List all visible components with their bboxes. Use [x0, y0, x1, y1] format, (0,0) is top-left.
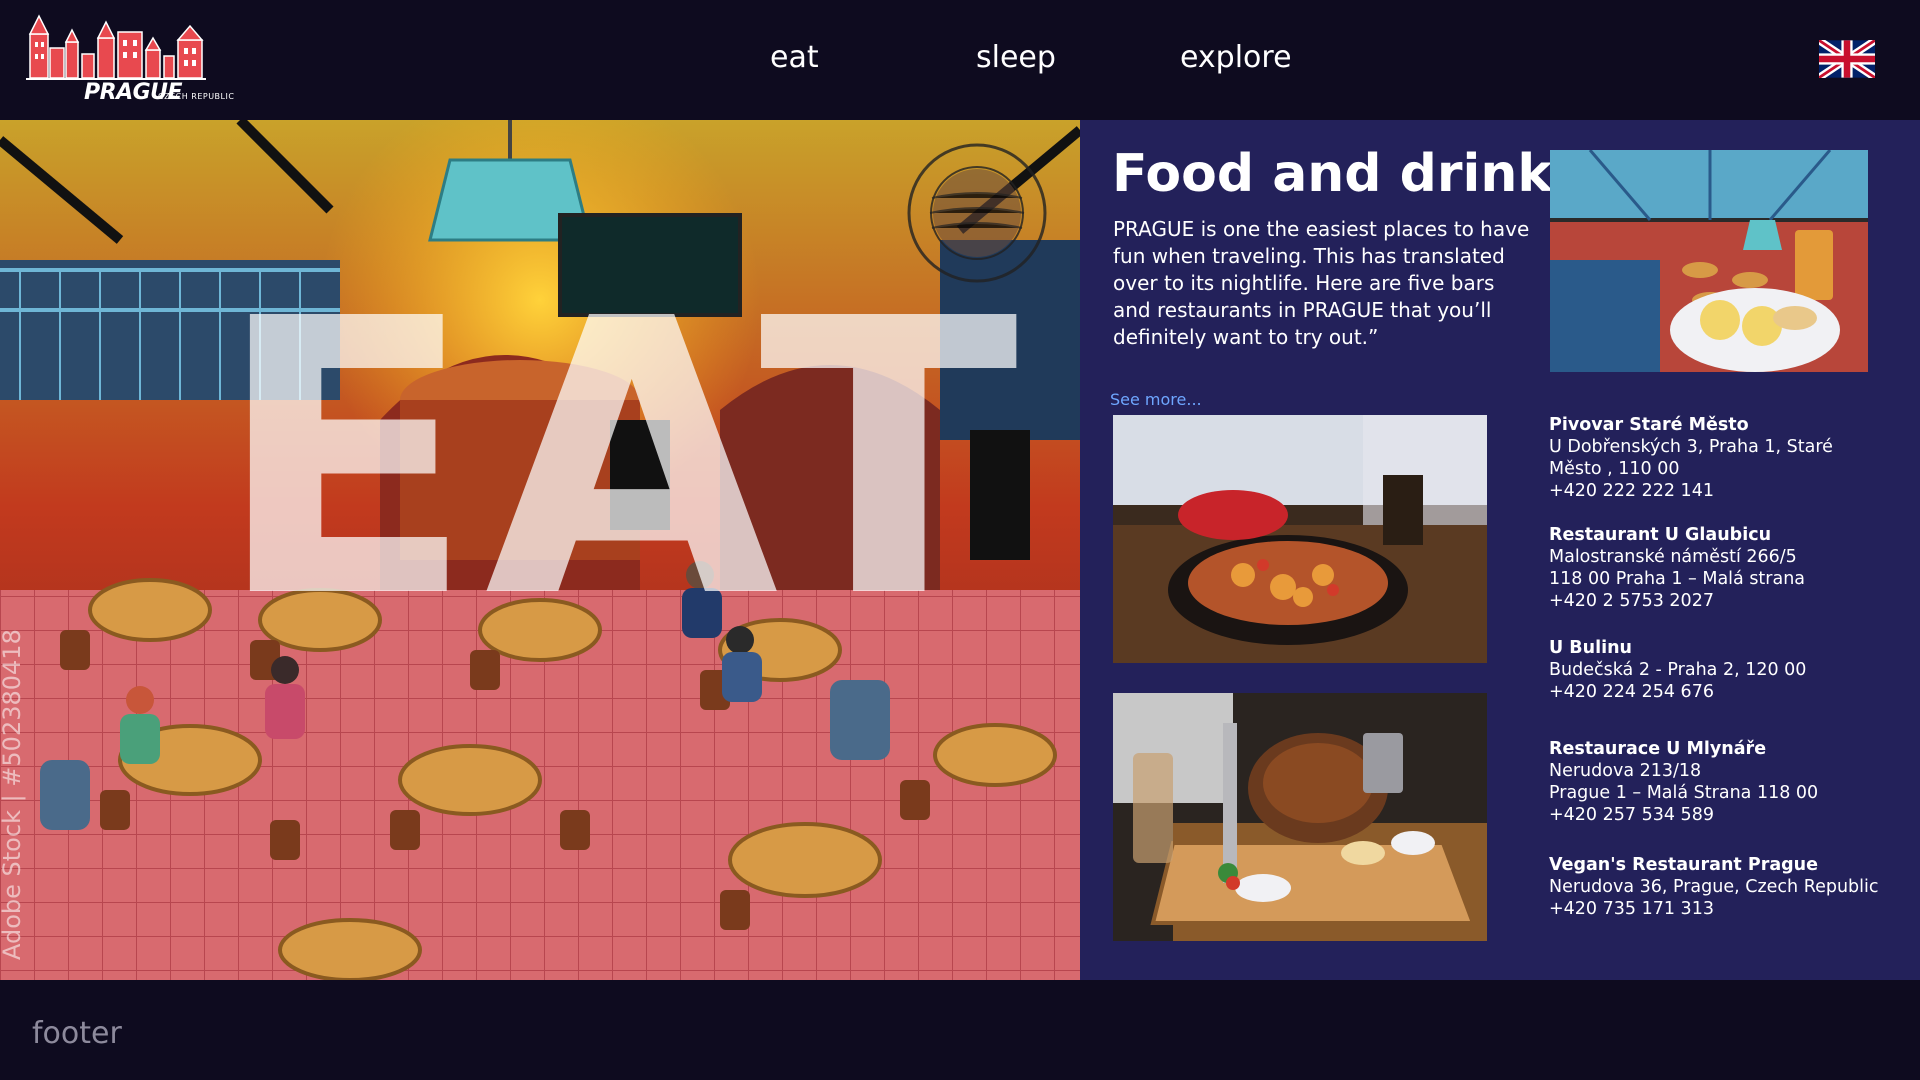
list-item[interactable]: Vegan's Restaurant Prague Nerudova 36, P…: [1549, 854, 1889, 920]
site-header: PRAGUE CZECH REPUBLIC eat sleep explore: [0, 0, 1920, 120]
restaurant-phone: +420 2 5753 2027: [1549, 591, 1714, 611]
restaurant-phone: +420 257 534 589: [1549, 805, 1714, 825]
restaurant-name: Restaurant U Glaubicu: [1549, 525, 1772, 545]
beer-hall-photo: [1550, 150, 1868, 372]
list-item[interactable]: U Bulinu Budečská 2 - Praha 2, 120 00 +4…: [1549, 637, 1889, 703]
restaurant-name: Pivovar Staré Město: [1549, 415, 1749, 435]
hero-image: EAT Adobe Stock | #502380418: [0, 120, 1080, 980]
panel-title: Food and drink: [1112, 144, 1552, 204]
list-item[interactable]: Restaurace U Mlynáře Nerudova 213/18 Pra…: [1549, 738, 1889, 826]
site-footer: footer: [0, 980, 1920, 1080]
nav-sleep[interactable]: sleep: [976, 40, 1056, 75]
food-and-drink-panel: Food and drink PRAGUE is one the easiest…: [1080, 120, 1920, 980]
nav-explore[interactable]: explore: [1180, 40, 1292, 75]
restaurant-address: Malostranské náměstí 266/5: [1549, 547, 1797, 567]
goulash-photo: [1113, 415, 1487, 663]
restaurant-address: Nerudova 213/18: [1549, 761, 1702, 781]
list-item[interactable]: Restaurant U Glaubicu Malostranské náměs…: [1549, 524, 1889, 612]
footer-label: footer: [32, 1016, 122, 1051]
restaurant-address: Nerudova 36, Prague, Czech Republic: [1549, 877, 1879, 897]
stock-watermark: Adobe Stock | #502380418: [0, 629, 26, 960]
restaurant-address: U Dobřenských 3, Praha 1, Staré Město , …: [1549, 437, 1833, 479]
nav-eat[interactable]: eat: [770, 40, 819, 75]
restaurant-name: Restaurace U Mlynáře: [1549, 739, 1767, 759]
restaurant-phone: +420 222 222 141: [1549, 481, 1714, 501]
uk-flag-icon[interactable]: [1816, 37, 1878, 81]
pork-knuckle-photo: [1113, 693, 1487, 941]
panel-intro: PRAGUE is one the easiest places to have…: [1113, 217, 1530, 349]
restaurant-phone: +420 224 254 676: [1549, 682, 1714, 702]
restaurant-address: 118 00 Praha 1 – Malá strana: [1549, 569, 1806, 589]
see-more-link[interactable]: See more...: [1110, 390, 1202, 409]
hero-eat-heading: EAT: [215, 238, 1029, 681]
restaurant-address: Budečská 2 - Praha 2, 120 00: [1549, 660, 1807, 680]
restaurant-address: Prague 1 – Malá Strana 118 00: [1549, 783, 1819, 803]
restaurant-name: Vegan's Restaurant Prague: [1549, 855, 1818, 875]
restaurant-phone: +420 735 171 313: [1549, 899, 1714, 919]
list-item[interactable]: Pivovar Staré Město U Dobřenských 3, Pra…: [1549, 414, 1889, 502]
restaurant-name: U Bulinu: [1549, 638, 1633, 658]
logo-subtitle: CZECH REPUBLIC: [158, 92, 235, 101]
prague-logo[interactable]: PRAGUE CZECH REPUBLIC: [26, 12, 256, 112]
restaurant-list: Pivovar Staré Město U Dobřenských 3, Pra…: [1549, 414, 1889, 920]
